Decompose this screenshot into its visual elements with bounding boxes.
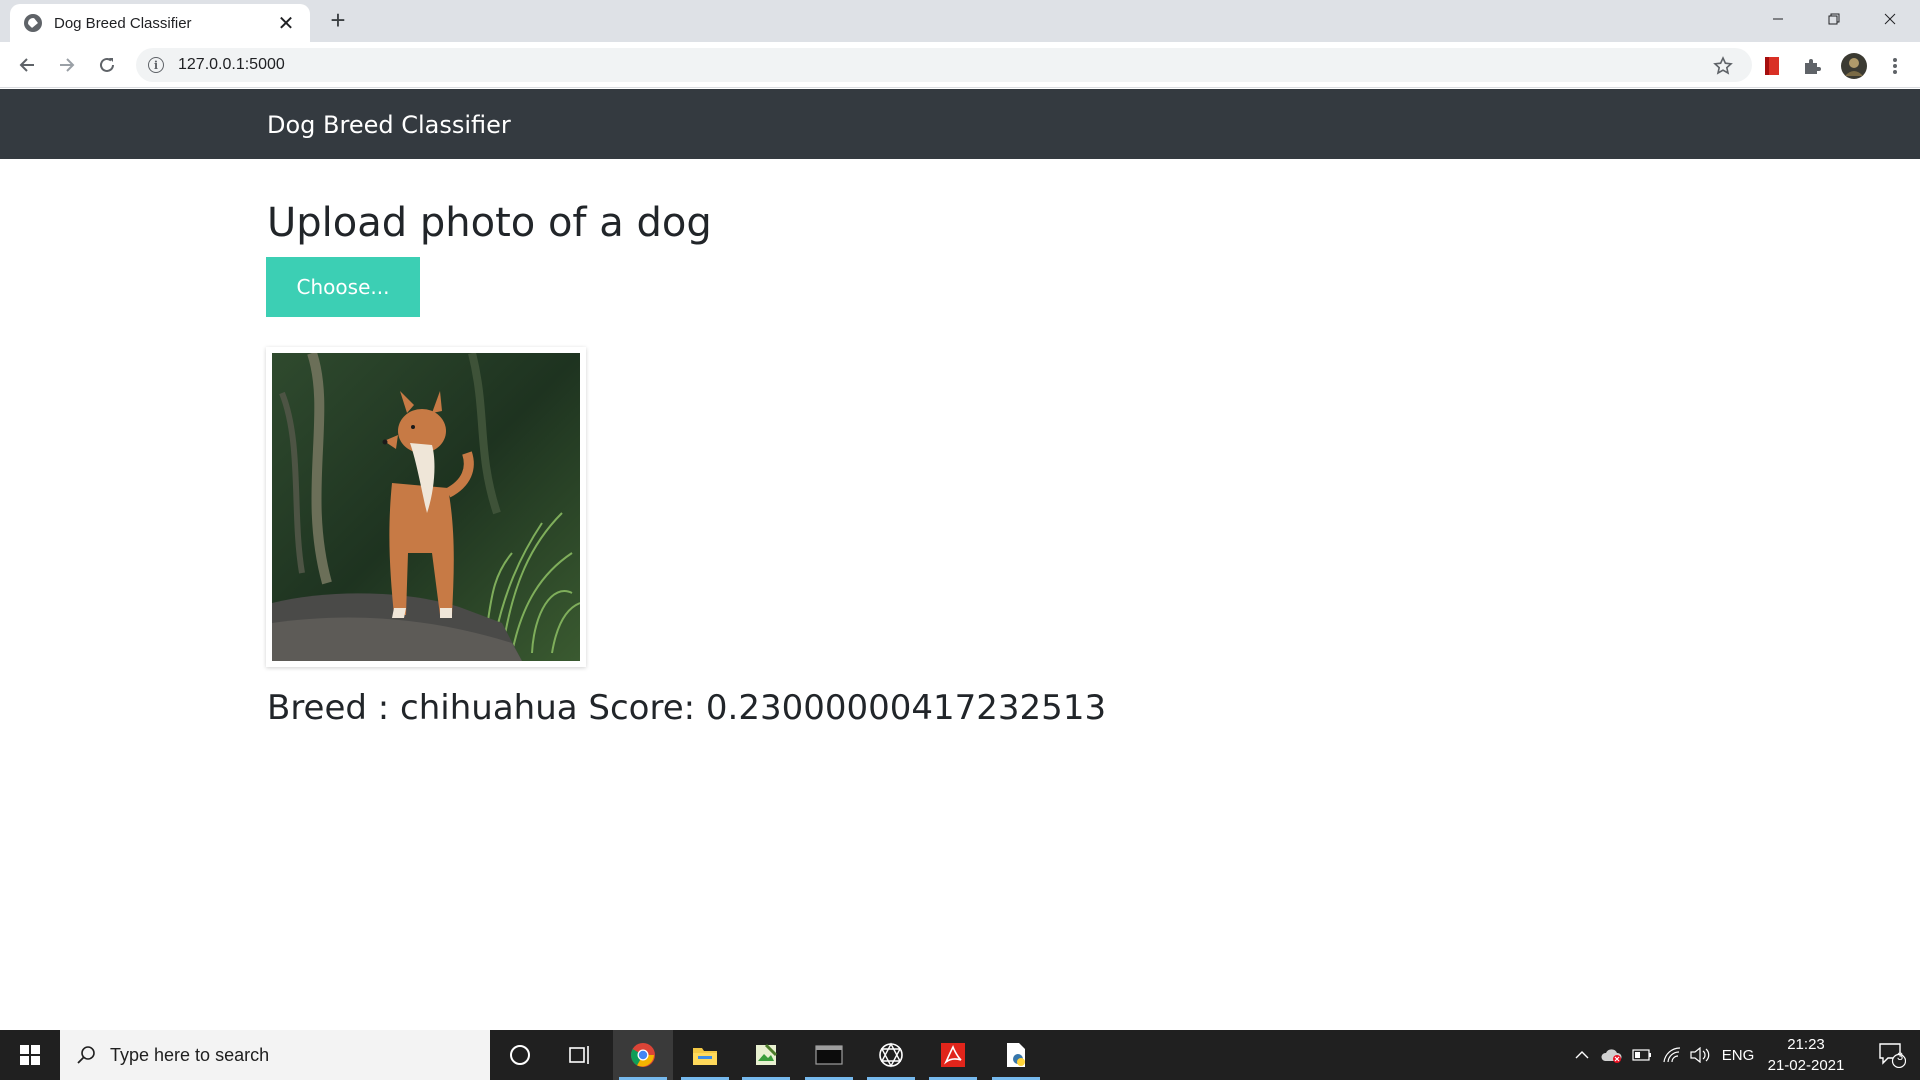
minimize-button[interactable]: [1750, 0, 1806, 38]
speaker-icon: [1690, 1047, 1710, 1063]
clock-date: 21-02-2021: [1767, 1057, 1845, 1074]
red-bookmark-extension-icon: [1765, 57, 1779, 75]
url-text[interactable]: 127.0.0.1:5000: [178, 56, 285, 74]
taskbar-chrome[interactable]: [613, 1030, 673, 1080]
back-button[interactable]: [12, 50, 42, 80]
cloud-error-icon: [1601, 1049, 1622, 1063]
cortana-icon: [510, 1045, 530, 1065]
taskbar-clock[interactable]: 21:23 21-02-2021: [1760, 1034, 1852, 1076]
file-explorer-icon: [693, 1048, 717, 1065]
notification-count: 3: [1896, 1051, 1904, 1063]
puzzle-icon: [1805, 59, 1821, 74]
chrome-icon: [630, 1043, 655, 1067]
show-hidden-icons-button[interactable]: [1570, 1030, 1594, 1080]
globe-icon: [24, 14, 42, 32]
tab-strip: Dog Breed Classifier ✕ +: [0, 0, 1920, 42]
network-tray[interactable]: [1660, 1030, 1684, 1080]
task-view-button[interactable]: [550, 1030, 610, 1080]
taskbar: Type here to search ENG 21:23 21-02-2021…: [0, 1030, 1920, 1080]
chrome-menu-button[interactable]: [1883, 54, 1907, 78]
cortana-button[interactable]: [490, 1030, 550, 1080]
info-icon[interactable]: i: [148, 57, 164, 73]
arrow-right-icon: [60, 58, 75, 72]
taskbar-acrobat[interactable]: [923, 1030, 983, 1080]
taskbar-file-explorer[interactable]: [675, 1030, 735, 1080]
network-app-icon: [879, 1042, 903, 1068]
clock-time: 21:23: [1787, 1036, 1825, 1053]
navbar-brand[interactable]: Dog Breed Classifier: [267, 111, 511, 139]
tab-title: Dog Breed Classifier: [54, 14, 192, 32]
volume-tray[interactable]: [1688, 1030, 1712, 1080]
taskbar-terminal[interactable]: [799, 1030, 859, 1080]
page-title: Upload photo of a dog: [267, 200, 712, 246]
start-button[interactable]: [0, 1030, 60, 1080]
bookmark-star-button[interactable]: [1711, 54, 1735, 78]
taskbar-image-editor[interactable]: [736, 1030, 796, 1080]
address-bar[interactable]: i 127.0.0.1:5000: [136, 48, 1752, 82]
kebab-menu-icon: [1893, 58, 1897, 74]
prediction-result: Breed : chihuahua Score: 0.2300000041723…: [267, 688, 1107, 728]
onedrive-tray[interactable]: [1600, 1030, 1624, 1080]
avatar-icon: [1841, 53, 1867, 79]
extensions-menu-button[interactable]: [1800, 54, 1824, 78]
action-center-button[interactable]: 3: [1864, 1030, 1920, 1080]
taskbar-python-file[interactable]: [986, 1030, 1046, 1080]
forward-button[interactable]: [52, 50, 82, 80]
reload-button[interactable]: [92, 50, 122, 80]
acrobat-icon: [941, 1043, 965, 1067]
battery-tray[interactable]: [1630, 1030, 1654, 1080]
page-navbar: Dog Breed Classifier: [0, 89, 1920, 159]
uploaded-photo: [266, 347, 586, 667]
chevron-up-icon: [1575, 1051, 1589, 1059]
minimize-icon: [1773, 18, 1783, 20]
extension-button[interactable]: [1760, 54, 1784, 78]
arrow-left-icon: [19, 58, 34, 72]
terminal-icon: [815, 1045, 843, 1065]
taskbar-search-box[interactable]: Type here to search: [60, 1030, 490, 1080]
browser-tab[interactable]: Dog Breed Classifier ✕: [10, 4, 310, 42]
restore-button[interactable]: [1806, 0, 1862, 38]
wifi-icon: [1663, 1047, 1681, 1063]
task-view-icon: [569, 1046, 589, 1064]
close-window-button[interactable]: [1862, 0, 1918, 38]
tab-close-button[interactable]: ✕: [276, 11, 296, 36]
search-icon: [77, 1046, 95, 1064]
profile-avatar[interactable]: [1840, 52, 1868, 80]
taskbar-network-app[interactable]: [861, 1030, 921, 1080]
image-editor-icon: [756, 1043, 778, 1065]
search-placeholder: Type here to search: [110, 1044, 270, 1065]
browser-toolbar: i 127.0.0.1:5000: [0, 42, 1920, 88]
reload-icon: [100, 57, 114, 72]
python-file-icon: [1007, 1043, 1025, 1067]
dog-photo-image: [272, 353, 580, 661]
battery-icon: [1632, 1049, 1651, 1061]
restore-icon: [1828, 13, 1840, 25]
choose-file-button[interactable]: Choose...: [266, 257, 420, 317]
close-icon: [1884, 13, 1896, 25]
language-indicator[interactable]: ENG: [1718, 1030, 1758, 1080]
star-icon: [1713, 56, 1733, 75]
new-tab-button[interactable]: +: [324, 7, 352, 35]
windows-logo-icon: [20, 1045, 40, 1065]
